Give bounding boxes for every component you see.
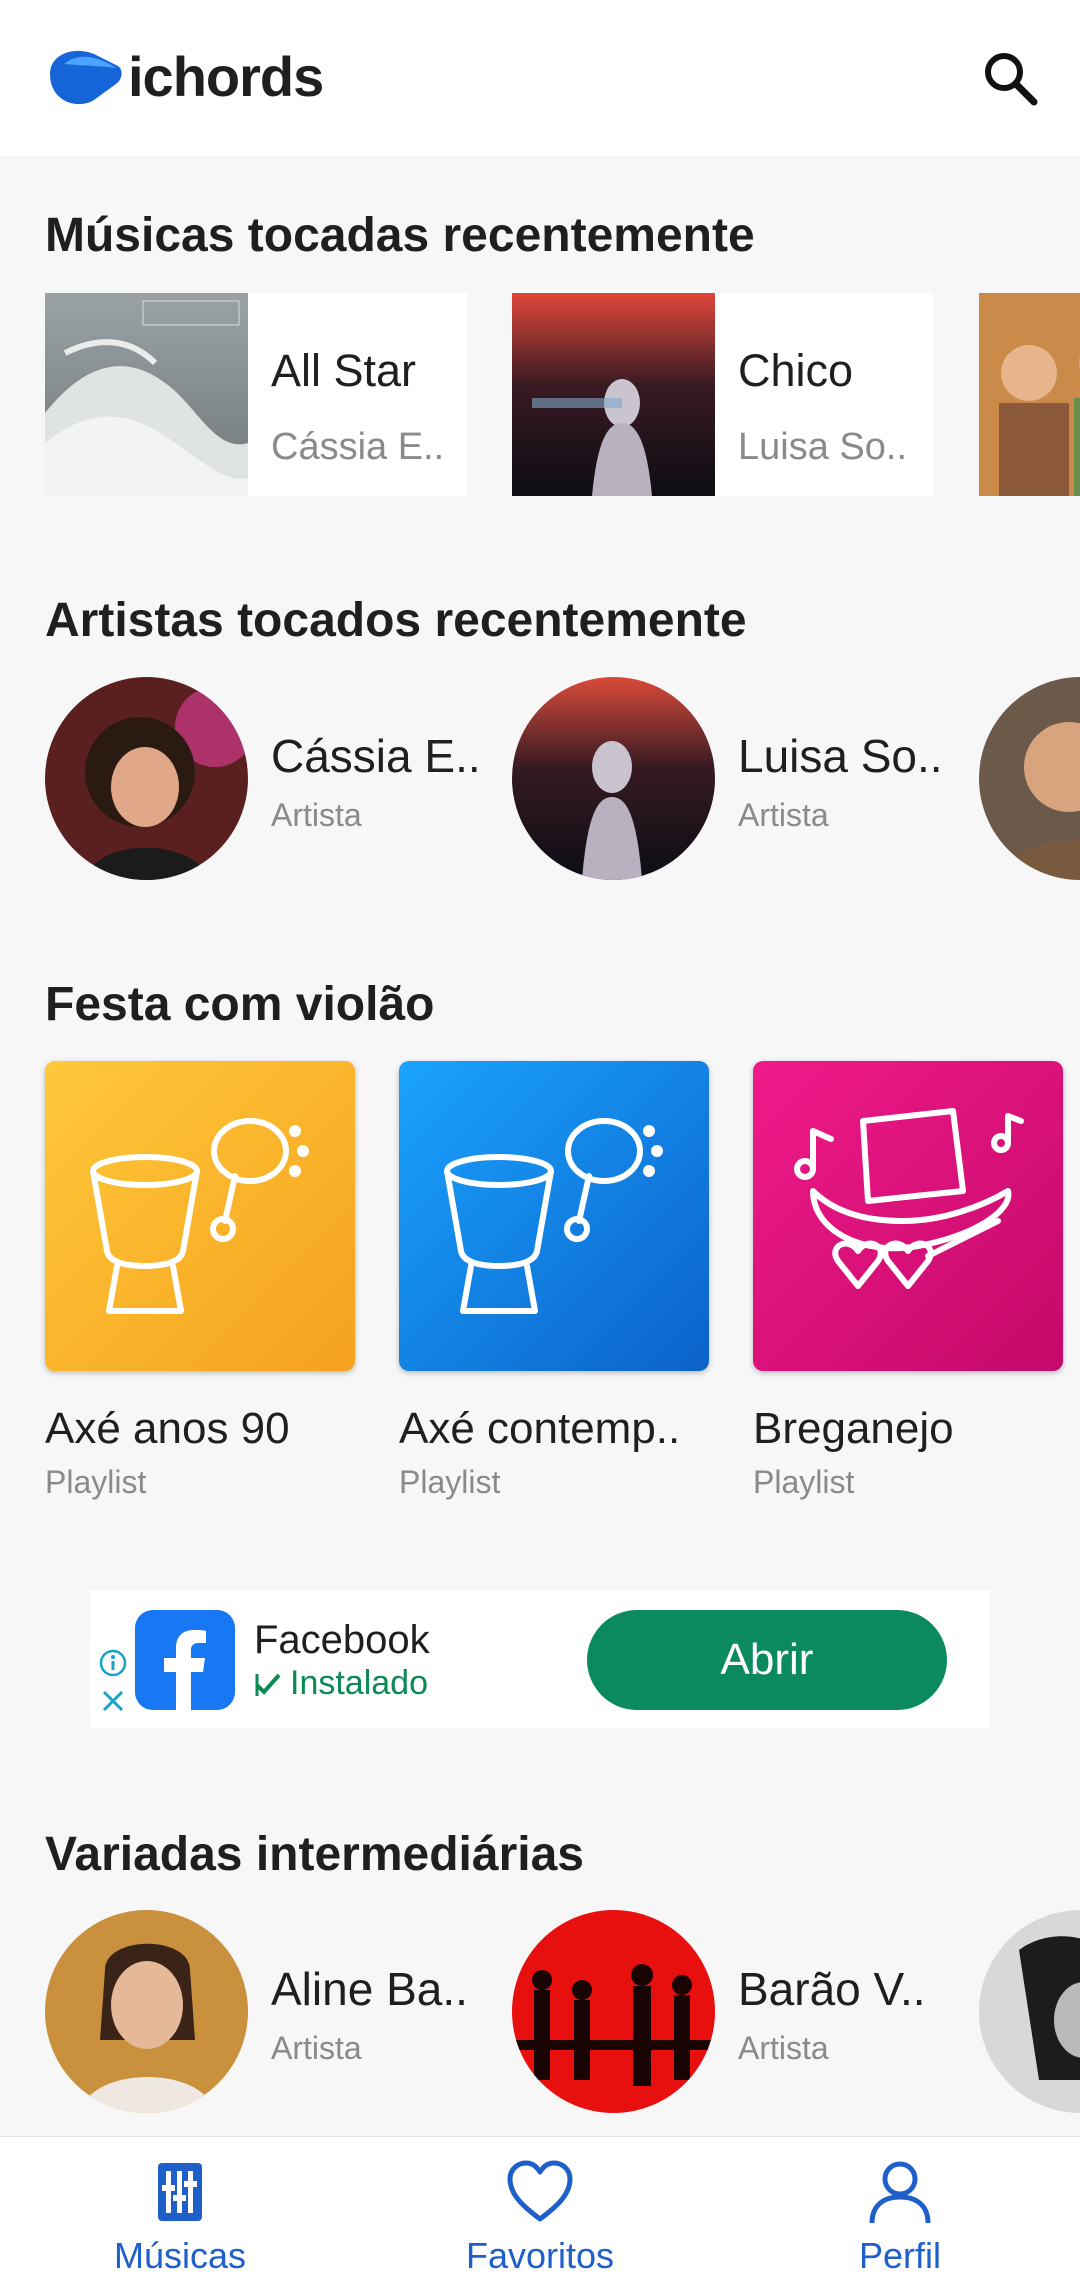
artist-role: Artista xyxy=(271,797,362,833)
playlist-card[interactable]: Axé anos 90 Playlist xyxy=(45,1061,355,1501)
song-artist: Luisa So.. xyxy=(738,426,907,468)
artist-avatar xyxy=(979,1910,1080,2113)
drum-maracas-icon xyxy=(45,1061,355,1371)
top-app-bar: ichords xyxy=(0,0,1080,156)
nav-item-perfil[interactable]: Perfil xyxy=(750,2157,1050,2277)
artist-avatar xyxy=(45,1910,248,2113)
artist-name: Barão V.. xyxy=(738,1963,926,2015)
close-icon[interactable] xyxy=(98,1686,128,1716)
song-title: Chico xyxy=(738,345,854,396)
song-card[interactable] xyxy=(979,293,1080,496)
song-card[interactable]: Chico Luisa So.. xyxy=(512,293,934,496)
ad-banner[interactable]: Facebook Instalado Abrir xyxy=(90,1590,990,1728)
artist-item[interactable]: Cássia E.. Artista xyxy=(45,677,485,880)
playlist-name: Breganejo xyxy=(753,1404,954,1453)
artist-avatar xyxy=(979,677,1080,880)
artist-name: Aline Ba.. xyxy=(271,1963,468,2015)
playlist-type: Playlist xyxy=(753,1464,855,1500)
artist-role: Artista xyxy=(738,2030,829,2066)
playlist-card[interactable]: Axé contemp.. Playlist xyxy=(399,1061,709,1501)
artist-role: Artista xyxy=(738,797,829,833)
album-cover-image xyxy=(512,293,715,496)
info-icon[interactable] xyxy=(98,1648,128,1678)
album-cover-image xyxy=(45,293,248,496)
artist-item[interactable]: Luisa So.. Artista xyxy=(512,677,952,880)
playlist-name: Axé anos 90 xyxy=(45,1404,290,1453)
playlist-card[interactable]: Breganejo Playlist xyxy=(753,1061,1063,1501)
app-brand-name: ichords xyxy=(128,45,324,108)
heart-icon xyxy=(507,2160,573,2222)
artist-item[interactable] xyxy=(979,1910,1080,2113)
artist-item[interactable]: Aline Ba.. Artista xyxy=(45,1910,485,2113)
installed-check-icon xyxy=(255,1673,281,1696)
artist-avatar xyxy=(512,677,715,880)
cowboy-hat-icon xyxy=(753,1061,1063,1371)
artist-name: Cássia E.. xyxy=(271,730,481,782)
search-icon[interactable] xyxy=(980,48,1040,108)
playlist-type: Playlist xyxy=(45,1464,147,1500)
section-title-recent-songs: Músicas tocadas recentemente xyxy=(45,209,755,262)
playlist-type: Playlist xyxy=(399,1464,501,1500)
song-artist: Cássia E.. xyxy=(271,426,445,468)
album-cover-image xyxy=(979,293,1080,496)
section-title-festa: Festa com violão xyxy=(45,978,435,1031)
nav-item-favoritos[interactable]: Favoritos xyxy=(390,2157,690,2277)
ad-app-name: Facebook xyxy=(254,1618,430,1662)
nav-label-favoritos: Favoritos xyxy=(465,2235,615,2276)
drum-maracas-icon xyxy=(399,1061,709,1371)
bottom-navigation: Músicas Favoritos Perfil xyxy=(0,2136,1080,2293)
ichords-logo-icon xyxy=(50,50,122,105)
nav-label-musicas: Músicas xyxy=(113,2235,247,2276)
ad-open-button[interactable]: Abrir xyxy=(587,1610,947,1710)
ad-status: Instalado xyxy=(254,1664,428,1703)
artist-avatar xyxy=(512,1910,715,2113)
artist-item[interactable] xyxy=(979,677,1080,880)
artist-role: Artista xyxy=(271,2030,362,2066)
facebook-app-icon xyxy=(135,1610,235,1710)
artist-name: Luisa So.. xyxy=(738,730,943,782)
section-title-recent-artists: Artistas tocados recentemente xyxy=(45,594,747,647)
artist-avatar xyxy=(45,677,248,880)
music-library-icon xyxy=(158,2163,202,2221)
nav-item-musicas[interactable]: Músicas xyxy=(30,2157,330,2277)
song-title: All Star xyxy=(271,345,417,396)
section-title-variadas: Variadas intermediárias xyxy=(45,1828,584,1881)
ad-status-label: Instalado xyxy=(290,1664,428,1702)
nav-label-perfil: Perfil xyxy=(858,2235,942,2276)
song-card[interactable]: All Star Cássia E.. xyxy=(45,293,467,496)
artist-item[interactable]: Barão V.. Artista xyxy=(512,1910,952,2113)
playlist-name: Axé contemp.. xyxy=(399,1404,681,1453)
profile-icon xyxy=(869,2161,931,2224)
